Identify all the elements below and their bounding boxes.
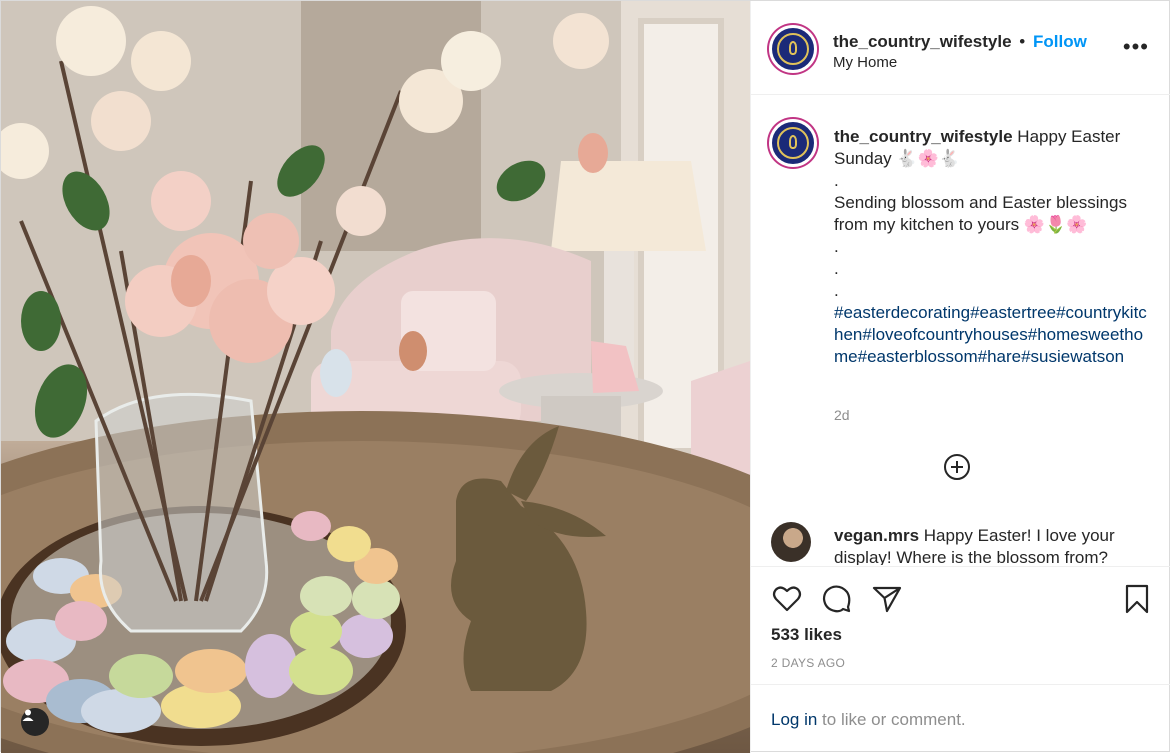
caption-dot: . bbox=[834, 171, 839, 190]
location-link[interactable]: My Home bbox=[833, 54, 897, 71]
caption-text-2: Sending blossom and Easter blessings fro… bbox=[834, 193, 1127, 234]
separator-dot: • bbox=[1019, 32, 1026, 51]
author-username[interactable]: the_country_wifestyle bbox=[833, 32, 1012, 51]
comment-icon[interactable] bbox=[821, 583, 853, 615]
caption-dot: . bbox=[834, 281, 839, 300]
comments-section[interactable]: the_country_wifestyle Happy Easter Sunda… bbox=[751, 95, 1170, 565]
more-options-icon[interactable]: ••• bbox=[1123, 36, 1149, 58]
author-line: the_country_wifestyle • Follow bbox=[833, 32, 1087, 52]
caption-username[interactable]: the_country_wifestyle bbox=[834, 127, 1013, 146]
author-avatar[interactable] bbox=[769, 25, 817, 73]
heart-icon[interactable] bbox=[771, 583, 803, 615]
post-photo[interactable] bbox=[1, 1, 750, 753]
login-prompt: Log in to like or comment. bbox=[771, 710, 966, 730]
follow-button[interactable]: Follow bbox=[1033, 32, 1087, 51]
post-timestamp[interactable]: 2 DAYS AGO bbox=[771, 656, 845, 670]
bookmark-icon[interactable] bbox=[1121, 583, 1153, 615]
instagram-post: the_country_wifestyle • Follow My Home •… bbox=[0, 0, 1170, 753]
action-bar: 533 likes 2 DAYS AGO bbox=[751, 566, 1170, 687]
photo-illustration bbox=[1, 1, 750, 753]
login-rest-text: to like or comment. bbox=[817, 710, 966, 729]
caption-age: 2d bbox=[834, 407, 850, 423]
comment-username[interactable]: vegan.mrs bbox=[834, 526, 919, 545]
login-bar: Log in to like or comment. bbox=[751, 684, 1170, 754]
post-header: the_country_wifestyle • Follow My Home •… bbox=[751, 1, 1170, 95]
post-sidebar: the_country_wifestyle • Follow My Home •… bbox=[750, 1, 1170, 753]
caption-dot: . bbox=[834, 237, 839, 256]
caption: the_country_wifestyle Happy Easter Sunda… bbox=[834, 126, 1149, 368]
share-icon[interactable] bbox=[871, 583, 903, 615]
load-more-comments-icon[interactable] bbox=[944, 454, 970, 480]
tagged-user-icon[interactable] bbox=[21, 708, 49, 736]
caption-dot: . bbox=[834, 259, 839, 278]
caption-hashtags[interactable]: #easterdecorating#eastertree#countrykitc… bbox=[834, 302, 1149, 368]
likes-count[interactable]: 533 likes bbox=[771, 625, 842, 645]
login-link[interactable]: Log in bbox=[771, 710, 817, 729]
commenter-avatar[interactable] bbox=[771, 522, 811, 562]
comment: vegan.mrs Happy Easter! I love your disp… bbox=[834, 525, 1144, 565]
caption-author-avatar[interactable] bbox=[769, 119, 817, 167]
